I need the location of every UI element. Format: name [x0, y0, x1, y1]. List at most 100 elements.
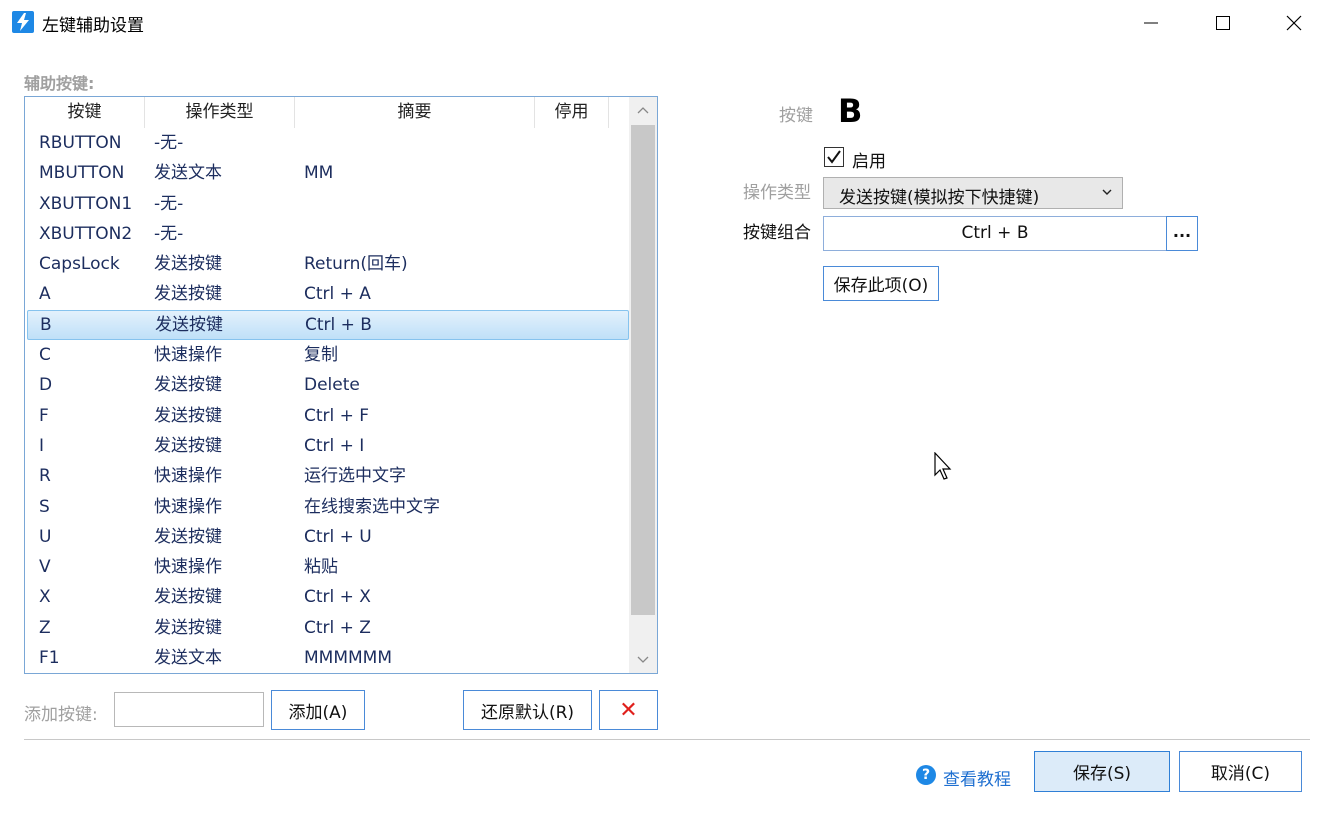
- row-type-cell: 发送文本: [154, 648, 222, 669]
- minimize-button[interactable]: [1115, 0, 1187, 46]
- footer-divider: [24, 739, 1310, 740]
- cancel-button[interactable]: 取消(C): [1179, 751, 1302, 792]
- table-row[interactable]: XBUTTON2 -无-: [27, 219, 629, 249]
- row-type-cell: 发送按键: [154, 435, 222, 456]
- delete-button[interactable]: ✕: [599, 690, 658, 730]
- row-key-cell: XBUTTON2: [39, 223, 133, 244]
- row-type-cell: -无-: [154, 133, 184, 153]
- row-summary-cell: Ctrl + I: [304, 435, 365, 456]
- column-header-filler: [609, 97, 629, 128]
- scroll-up-button[interactable]: [629, 97, 657, 123]
- enable-checkbox[interactable]: [824, 147, 844, 167]
- close-button[interactable]: [1258, 0, 1330, 46]
- row-type-cell: 发送按键: [154, 526, 222, 547]
- optype-select[interactable]: 发送按键(模拟按下快捷键): [823, 177, 1123, 209]
- section-label: 辅助按键:: [24, 74, 95, 93]
- checkmark-icon: [827, 150, 841, 164]
- row-type-cell: 发送文本: [154, 163, 222, 184]
- row-summary-cell: Ctrl + A: [304, 284, 371, 305]
- table-row[interactable]: R 快速操作 运行选中文字: [27, 461, 629, 491]
- row-type-cell: -无-: [154, 193, 184, 214]
- help-icon: ?: [916, 764, 936, 785]
- row-summary-cell: Return(回车): [304, 254, 408, 275]
- row-key-cell: F: [39, 405, 49, 426]
- mouse-cursor-icon: [934, 452, 952, 480]
- add-key-input[interactable]: [114, 692, 264, 727]
- combo-label: 按键组合: [743, 223, 811, 243]
- table-row[interactable]: S 快速操作 在线搜索选中文字: [27, 492, 629, 522]
- vertical-scrollbar[interactable]: [629, 97, 657, 673]
- row-summary-cell: Ctrl + B: [305, 314, 372, 335]
- table-row[interactable]: V 快速操作 粘贴: [27, 552, 629, 582]
- table-row[interactable]: F1 发送文本 MMMMMM: [27, 643, 629, 673]
- scroll-down-button[interactable]: [629, 647, 657, 673]
- row-type-cell: 发送按键: [154, 587, 222, 608]
- row-key-cell: R: [39, 466, 51, 487]
- row-key-cell: RBUTTON: [39, 133, 122, 153]
- column-header-type[interactable]: 操作类型: [145, 97, 295, 128]
- help-link[interactable]: ? 查看教程: [916, 759, 1011, 790]
- row-summary-cell: Ctrl + Z: [304, 617, 371, 638]
- list-header: 按键 操作类型 摘要 停用: [25, 97, 629, 128]
- table-row[interactable]: XBUTTON1 -无-: [27, 189, 629, 219]
- table-row[interactable]: MBUTTON 发送文本 MM: [27, 158, 629, 188]
- table-row[interactable]: F 发送按键 Ctrl + F: [27, 401, 629, 431]
- help-link-text[interactable]: 查看教程: [943, 765, 1011, 790]
- title-bar: 左键辅助设置: [0, 0, 1330, 46]
- row-type-cell: 发送按键: [154, 284, 222, 305]
- table-row[interactable]: I 发送按键 Ctrl + I: [27, 431, 629, 461]
- lightning-app-icon: [12, 11, 34, 33]
- row-summary-cell: Ctrl + X: [304, 587, 371, 608]
- row-summary-cell: MM: [304, 163, 334, 184]
- column-header-summary[interactable]: 摘要: [295, 97, 535, 128]
- row-key-cell: S: [39, 496, 50, 517]
- row-summary-cell: 运行选中文字: [304, 466, 406, 487]
- chevron-up-icon: [637, 107, 649, 114]
- scroll-thumb[interactable]: [631, 125, 655, 615]
- row-type-cell: 快速操作: [154, 496, 222, 517]
- key-combo-field[interactable]: Ctrl + B: [823, 216, 1167, 251]
- row-key-cell: X: [39, 587, 51, 608]
- combo-browse-button[interactable]: ...: [1166, 216, 1198, 251]
- row-summary-cell: Ctrl + U: [304, 526, 372, 547]
- enable-label[interactable]: 启用: [852, 147, 886, 172]
- table-row[interactable]: Z 发送按键 Ctrl + Z: [27, 613, 629, 643]
- table-row[interactable]: CapsLock 发送按键 Return(回车): [27, 249, 629, 279]
- row-type-cell: 发送按键: [154, 405, 222, 426]
- delete-icon: ✕: [619, 697, 638, 723]
- table-row[interactable]: U 发送按键 Ctrl + U: [27, 522, 629, 552]
- table-row[interactable]: B 发送按键 Ctrl + B: [27, 309, 629, 341]
- optype-label: 操作类型: [743, 183, 811, 203]
- table-row[interactable]: D 发送按键 Delete: [27, 370, 629, 400]
- save-item-button[interactable]: 保存此项(O): [823, 266, 939, 301]
- row-key-cell: CapsLock: [39, 254, 120, 275]
- row-type-cell: 快速操作: [154, 557, 222, 578]
- close-icon: [1286, 15, 1302, 31]
- add-key-label: 添加按键:: [24, 705, 98, 725]
- column-header-disabled[interactable]: 停用: [535, 97, 609, 128]
- row-type-cell: 快速操作: [154, 345, 222, 366]
- row-summary-cell: 在线搜索选中文字: [304, 496, 440, 517]
- row-key-cell: D: [39, 375, 53, 396]
- table-row[interactable]: C 快速操作 复制: [27, 340, 629, 370]
- row-summary-cell: 粘贴: [304, 557, 338, 578]
- column-header-key[interactable]: 按键: [25, 97, 145, 128]
- row-summary-cell: Delete: [304, 375, 360, 396]
- row-key-cell: C: [39, 345, 51, 366]
- table-row[interactable]: X 发送按键 Ctrl + X: [27, 582, 629, 612]
- row-summary-cell: Ctrl + F: [304, 405, 370, 426]
- save-button[interactable]: 保存(S): [1034, 751, 1170, 792]
- detail-key-value: B: [838, 92, 863, 130]
- row-type-cell: 发送按键: [154, 617, 222, 638]
- row-key-cell: I: [39, 435, 45, 456]
- key-list[interactable]: 按键 操作类型 摘要 停用 RBUTTON -无- MBUTTON 发送文本 MM XBU…: [24, 96, 658, 674]
- maximize-button[interactable]: [1187, 0, 1259, 46]
- table-row[interactable]: RBUTTON -无-: [27, 128, 629, 158]
- add-button[interactable]: 添加(A): [271, 690, 365, 730]
- row-type-cell: 快速操作: [154, 466, 222, 487]
- row-key-cell: B: [40, 314, 52, 335]
- table-row[interactable]: A 发送按键 Ctrl + A: [27, 279, 629, 309]
- row-key-cell: F1: [39, 648, 60, 669]
- restore-default-button[interactable]: 还原默认(R): [463, 690, 592, 730]
- chevron-down-icon: [637, 656, 649, 663]
